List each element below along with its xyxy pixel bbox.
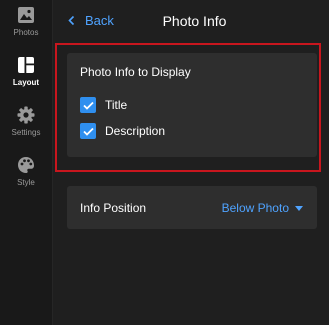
photo-info-title: Photo Info to Display <box>80 65 191 79</box>
info-position-value: Below Photo <box>221 201 289 215</box>
sidebar: Photos Layout Settings Style <box>0 0 53 325</box>
caret-down-icon <box>295 205 303 211</box>
sidebar-item-photos[interactable]: Photos <box>0 0 52 44</box>
info-position-card: Info Position Below Photo <box>67 186 317 229</box>
description-option-label: Description <box>105 124 166 138</box>
info-position-dropdown[interactable]: Below Photo <box>222 201 303 215</box>
photo-info-card: Photo Info to Display Title Description <box>67 53 317 157</box>
title-option-label: Title <box>105 98 128 112</box>
description-checkbox[interactable] <box>80 123 96 139</box>
info-position-label: Info Position <box>80 201 147 215</box>
checkmark-icon <box>82 127 94 136</box>
sidebar-item-settings[interactable]: Settings <box>0 100 52 144</box>
sidebar-item-label: Settings <box>11 128 41 137</box>
page-title: Photo Info <box>162 13 227 29</box>
sidebar-item-label: Photos <box>13 28 39 37</box>
gear-icon <box>17 106 35 124</box>
image-icon <box>18 7 34 23</box>
sidebar-item-label: Layout <box>12 78 40 87</box>
palette-icon <box>18 157 34 173</box>
description-option[interactable]: Description <box>80 123 165 139</box>
sidebar-item-label: Style <box>17 178 35 187</box>
title-option[interactable]: Title <box>80 97 127 113</box>
title-checkbox[interactable] <box>80 97 96 113</box>
layout-icon <box>18 57 34 73</box>
sidebar-item-style[interactable]: Style <box>0 150 52 194</box>
sidebar-item-layout[interactable]: Layout <box>0 50 52 94</box>
checkmark-icon <box>82 101 94 110</box>
header: Back Photo Info <box>52 0 329 44</box>
